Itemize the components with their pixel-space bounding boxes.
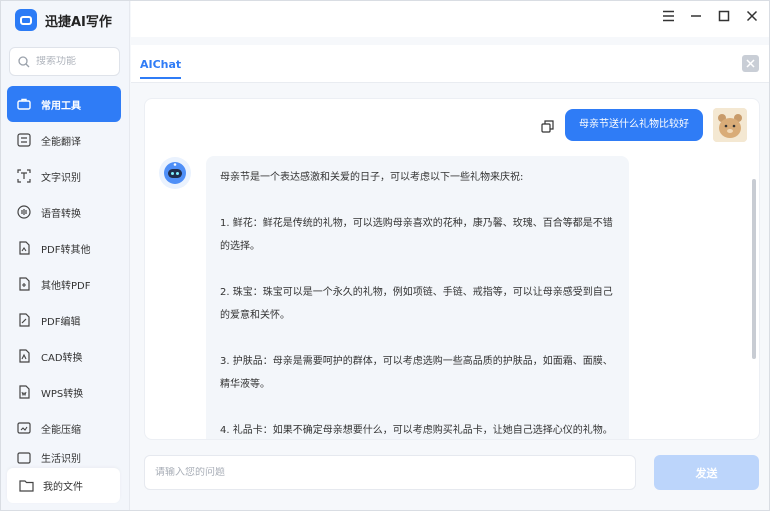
sidebar-item-compress[interactable]: 全能压缩 xyxy=(7,410,121,446)
sidebar-item-common-tools[interactable]: 常用工具 xyxy=(7,86,121,122)
sidebar-item-label: WPS转换 xyxy=(41,388,84,400)
robot-icon xyxy=(164,162,186,184)
sidebar-item-label: 常用工具 xyxy=(41,100,81,112)
tab-bar: AIChat xyxy=(131,45,769,83)
search-icon xyxy=(18,55,30,67)
bot-message-paragraph: 母亲节是一个表达感激和关爱的日子，可以考虑以下一些礼物来庆祝: xyxy=(220,172,524,183)
send-button[interactable]: 发送 xyxy=(654,455,759,490)
brand: 迅捷AI写作 xyxy=(15,7,112,33)
folder-icon xyxy=(19,480,34,492)
tab-aichat[interactable]: AIChat xyxy=(140,58,182,79)
hamburger-menu-icon xyxy=(662,10,674,22)
maximize-icon xyxy=(718,10,730,22)
sidebar-item-label: 语音转换 xyxy=(41,208,81,220)
voice-icon xyxy=(16,204,32,220)
sidebar-item-ocr[interactable]: 文字识别 xyxy=(7,158,121,194)
sidebar-item-label: 生活识别 xyxy=(41,454,81,464)
sidebar-item-label: PDF编辑 xyxy=(41,316,81,328)
maximize-button[interactable] xyxy=(717,9,731,23)
pdf-edit-icon xyxy=(16,312,32,328)
minimize-button[interactable] xyxy=(689,9,703,23)
minimize-icon xyxy=(691,15,701,17)
copy-button[interactable] xyxy=(541,118,555,133)
sidebar-item-wps[interactable]: WPS转换 xyxy=(7,374,121,410)
sidebar-item-label: 文字识别 xyxy=(41,172,81,184)
my-files-label: 我的文件 xyxy=(43,482,83,493)
close-window-button[interactable] xyxy=(745,9,759,23)
sidebar-item-cad[interactable]: CAD转换 xyxy=(7,338,121,374)
user-message-bubble: 母亲节送什么礼物比较好 xyxy=(565,109,703,141)
search-box[interactable] xyxy=(9,47,120,76)
bear-avatar-icon xyxy=(713,108,747,142)
sidebar-item-voice[interactable]: 语音转换 xyxy=(7,194,121,230)
bot-message-paragraph: 2. 珠宝：珠宝可以是一个永久的礼物，例如项链、手链、戒指等，可以让母亲感受到自… xyxy=(220,287,613,321)
app-title: 迅捷AI写作 xyxy=(45,14,112,30)
sidebar-item-pdf-edit[interactable]: PDF编辑 xyxy=(7,302,121,338)
bot-message-paragraph: 4. 礼品卡：如果不确定母亲想要什么，可以考虑购买礼品卡，让她自己选择心仪的礼物… xyxy=(220,425,613,436)
pdf-import-icon xyxy=(16,276,32,292)
my-files-button[interactable]: 我的文件 xyxy=(7,468,120,503)
user-message-row: 母亲节送什么礼物比较好 xyxy=(541,108,747,142)
title-bar xyxy=(131,1,769,37)
bot-message-paragraph: 1. 鲜花：鲜花是传统的礼物，可以选购母亲喜欢的花种，康乃馨、玫瑰、百合等都是不… xyxy=(220,218,613,252)
chat-panel: 母亲节送什么礼物比较好 母亲节是一个表达感激和关爱的日子，可以考虑以下一些礼物来… xyxy=(144,98,760,440)
tab-close-button[interactable] xyxy=(742,55,759,72)
close-icon xyxy=(746,10,758,22)
user-avatar xyxy=(713,108,747,142)
sidebar-item-label: CAD转换 xyxy=(41,352,83,364)
bot-message-paragraph: 3. 护肤品：母亲是需要呵护的群体，可以考虑选购一些高品质的护肤品，如面霜、面膜… xyxy=(220,356,613,390)
question-input[interactable] xyxy=(155,467,635,478)
sidebar-item-pdf-export[interactable]: PDF转其他 xyxy=(7,230,121,266)
sidebar-item-scan[interactable]: 生活识别 xyxy=(7,446,121,464)
search-input[interactable] xyxy=(36,56,106,67)
sidebar: 迅捷AI写作 常用工具 全能翻译 文字识别 语音转换 xyxy=(1,1,130,510)
bot-message-bubble: 母亲节是一个表达感激和关爱的日子，可以考虑以下一些礼物来庆祝: 1. 鲜花：鲜花… xyxy=(206,156,629,439)
sidebar-item-label: 全能翻译 xyxy=(41,136,81,148)
sidebar-item-pdf-import[interactable]: 其他转PDF xyxy=(7,266,121,302)
compress-icon xyxy=(16,420,32,436)
sidebar-item-translate[interactable]: 全能翻译 xyxy=(7,122,121,158)
pdf-export-icon xyxy=(16,240,32,256)
sidebar-item-label: 全能压缩 xyxy=(41,424,81,436)
translate-icon xyxy=(16,132,32,148)
sidebar-item-label: PDF转其他 xyxy=(41,244,91,256)
copy-icon xyxy=(541,120,554,133)
app-window: 迅捷AI写作 常用工具 全能翻译 文字识别 语音转换 xyxy=(0,0,770,511)
ocr-icon xyxy=(16,168,32,184)
cad-icon xyxy=(16,348,32,364)
app-logo-icon xyxy=(15,9,37,31)
scan-icon xyxy=(16,450,32,464)
bot-avatar xyxy=(159,157,191,189)
sidebar-nav: 常用工具 全能翻译 文字识别 语音转换 PDF转其他 其他转PDF PDF编辑 … xyxy=(7,86,121,464)
toolbox-icon xyxy=(16,96,32,112)
chat-scrollbar[interactable] xyxy=(752,179,756,359)
sidebar-item-label: 其他转PDF xyxy=(41,280,91,292)
close-icon xyxy=(746,59,755,68)
wps-icon xyxy=(16,384,32,400)
menu-button[interactable] xyxy=(661,9,675,23)
question-input-box[interactable] xyxy=(144,455,636,490)
window-controls xyxy=(661,9,759,23)
